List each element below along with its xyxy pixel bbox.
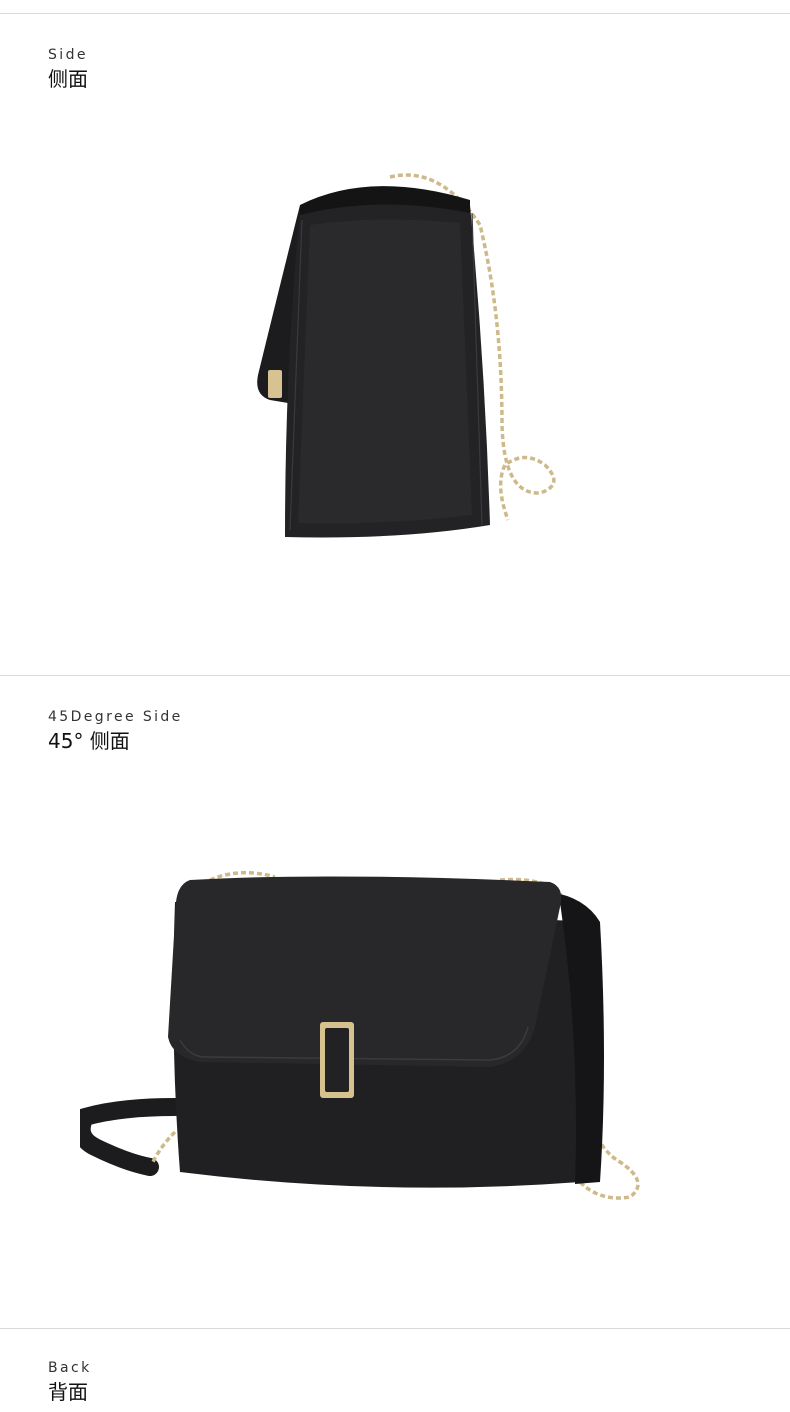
section-back-label: Back 背面 bbox=[48, 1359, 92, 1405]
section-title-en: Side bbox=[48, 47, 88, 63]
bag-clasp bbox=[268, 370, 282, 398]
leather-strap bbox=[80, 1098, 184, 1176]
section-title-zh: 45° 侧面 bbox=[48, 729, 130, 753]
section-45-label: 45Degree Side 45° 侧面 bbox=[48, 708, 183, 754]
section-side-label: Side 侧面 bbox=[48, 46, 88, 92]
bag-flap bbox=[168, 876, 562, 1067]
top-divider bbox=[0, 13, 790, 14]
section-title-en: Back bbox=[48, 1360, 92, 1376]
section-title-zh: 背面 bbox=[48, 1380, 88, 1404]
bag-side-photo bbox=[240, 165, 580, 545]
section-title-zh: 侧面 bbox=[48, 67, 88, 91]
section-divider bbox=[0, 1328, 790, 1329]
bag-45-degree-photo bbox=[80, 862, 660, 1212]
section-title-en: 45Degree Side bbox=[48, 709, 183, 725]
bag-clasp bbox=[320, 1022, 354, 1098]
section-divider bbox=[0, 675, 790, 676]
